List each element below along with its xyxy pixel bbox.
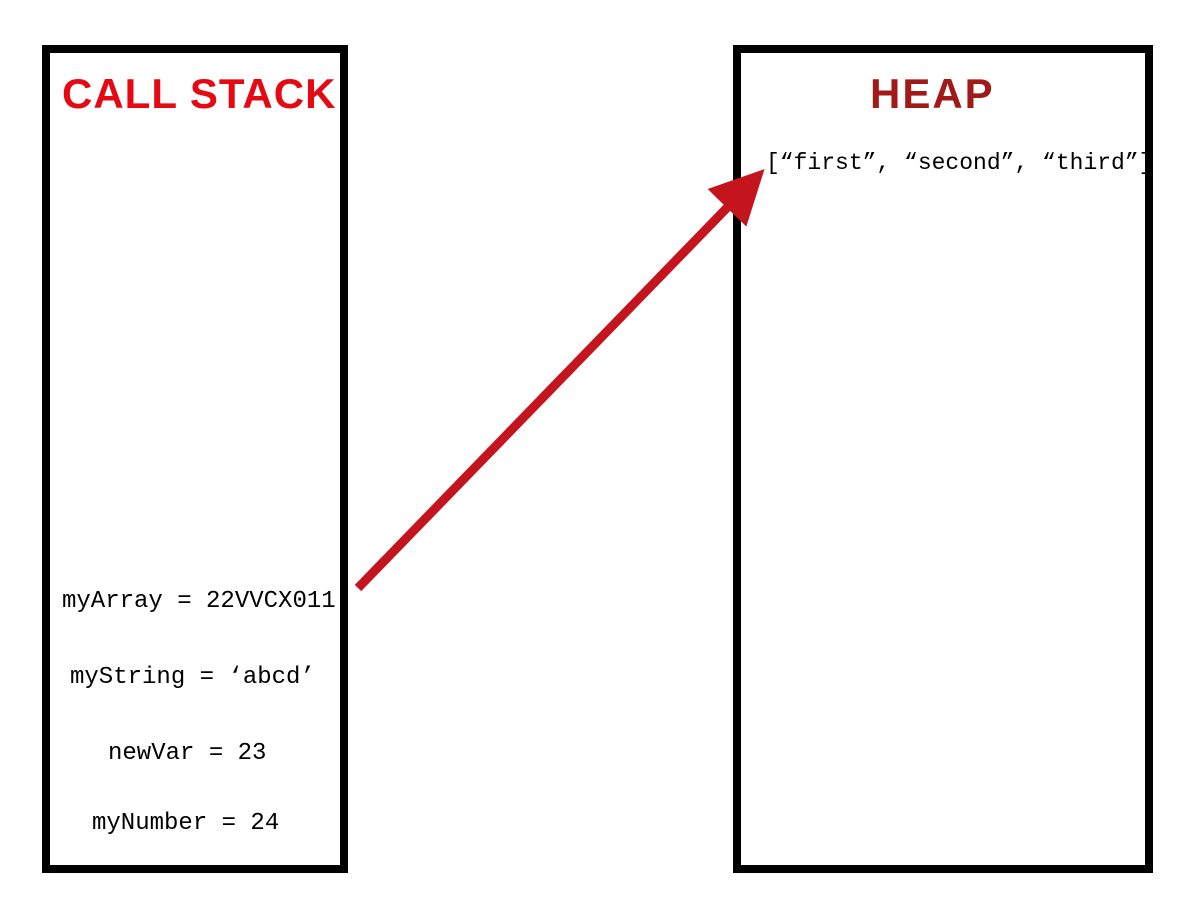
heap-array-content: [“first”, “second”, “third”] bbox=[766, 150, 1152, 176]
heap-title: HEAP bbox=[870, 70, 995, 118]
stack-line-myString: myString = ‘abcd’ bbox=[70, 664, 315, 691]
call-stack-title: CALL STACK bbox=[62, 70, 336, 118]
stack-line-newVar: newVar = 23 bbox=[108, 740, 266, 767]
stack-line-myArray: myArray = 22VVCX011 bbox=[62, 588, 336, 615]
stack-line-myNumber: myNumber = 24 bbox=[92, 810, 279, 837]
